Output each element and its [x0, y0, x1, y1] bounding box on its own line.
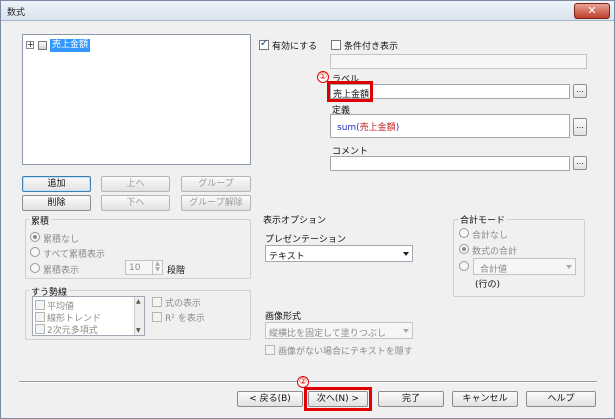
- show-r2-label: R² を表示: [165, 314, 205, 324]
- total-none-radio[interactable]: [459, 228, 469, 238]
- total-value-select[interactable]: 合計値: [473, 258, 576, 275]
- condition-input[interactable]: [330, 54, 587, 69]
- formula-dialog: 数式 ✕ + 売上金額 追加 上へ グループ 削除 下へ グループ解除 累積 累…: [0, 0, 615, 419]
- add-button[interactable]: 追加: [22, 176, 91, 192]
- cancel-button[interactable]: キャンセル: [452, 391, 518, 407]
- conditional-checkbox[interactable]: [331, 40, 341, 50]
- list-scrollbar[interactable]: ▲ ▼: [134, 297, 144, 335]
- down-button[interactable]: 下へ: [101, 195, 170, 211]
- group-button[interactable]: グループ: [181, 176, 251, 192]
- total-suffix-label: (行の): [475, 280, 501, 290]
- back-button[interactable]: < 戻る(B): [237, 391, 303, 407]
- presentation-value: テキスト: [269, 252, 305, 262]
- definition-ellipsis-button[interactable]: ...: [573, 118, 587, 136]
- presentation-caption: プレゼンテーション: [265, 235, 346, 245]
- total-none-label: 合計なし: [472, 231, 509, 241]
- trendline-list[interactable]: 平均値 線形トレンド 2次元多項式 ▲ ▼: [32, 296, 145, 336]
- total-formula-radio[interactable]: [459, 244, 469, 254]
- tree-item[interactable]: + 売上金額: [26, 39, 106, 52]
- dialog-title: 数式: [7, 8, 26, 18]
- image-format-dropdown-icon[interactable]: [403, 329, 409, 333]
- trend-average-checkbox[interactable]: [35, 300, 45, 310]
- help-button[interactable]: ヘルプ: [526, 391, 596, 407]
- step-one-marker: ①: [317, 71, 329, 83]
- step-two-marker: ②: [297, 376, 309, 388]
- label-ellipsis-button[interactable]: ...: [573, 84, 587, 98]
- total-value-dropdown-icon[interactable]: [566, 265, 572, 269]
- display-options-title: 表示オプション: [263, 216, 327, 226]
- show-r2-checkbox[interactable]: [152, 312, 162, 322]
- trend-poly-label: 2次元多項式: [47, 326, 98, 336]
- accumulate-all-label: すべて累積表示: [43, 250, 106, 260]
- tree-item-label: 売上金額: [50, 39, 91, 52]
- image-format-caption: 画像形式: [265, 312, 302, 322]
- scroll-up-icon[interactable]: ▲: [136, 298, 141, 305]
- enable-label: 有効にする: [272, 42, 318, 52]
- comment-input[interactable]: [330, 156, 570, 171]
- presentation-select[interactable]: テキスト: [265, 245, 413, 262]
- accumulate-steps-label: 累積表示: [43, 266, 80, 276]
- accumulate-steps-unit: 段階: [167, 266, 186, 276]
- presentation-dropdown-icon[interactable]: [403, 252, 409, 256]
- accumulate-none-radio[interactable]: [30, 232, 40, 242]
- title-bar: 数式 ✕: [1, 1, 614, 21]
- stepper-icon[interactable]: ▲ ▼: [152, 261, 162, 274]
- expression-tree[interactable]: + 売上金額: [22, 34, 251, 165]
- definition-arg: 売上金額: [359, 123, 396, 133]
- up-button[interactable]: 上へ: [101, 176, 170, 192]
- delete-button[interactable]: 削除: [22, 195, 91, 211]
- accumulate-steps-radio[interactable]: [30, 263, 40, 273]
- show-formula-checkbox[interactable]: [152, 297, 162, 307]
- total-value-radio[interactable]: [459, 261, 469, 271]
- definition-func: sum(: [337, 123, 360, 133]
- accumulate-none-label: 累積なし: [43, 235, 80, 245]
- total-value-text: 合計値: [480, 265, 508, 275]
- image-format-value: 縦横比を固定して塗りつぶし: [269, 329, 386, 339]
- formula-icon: [38, 41, 47, 50]
- finish-button[interactable]: 完了: [378, 391, 444, 407]
- expand-icon[interactable]: +: [26, 41, 34, 49]
- scroll-down-icon[interactable]: ▼: [136, 327, 141, 334]
- accumulate-all-radio[interactable]: [30, 247, 40, 257]
- total-formula-label: 数式の合計: [472, 247, 518, 257]
- trend-linear-checkbox[interactable]: [35, 312, 45, 322]
- definition-text: sum(売上金額): [337, 120, 399, 133]
- next-highlight: [304, 387, 372, 411]
- ungroup-button[interactable]: グループ解除: [181, 195, 251, 211]
- total-mode-title: 合計モード: [458, 213, 508, 226]
- accumulate-steps-input[interactable]: 10 ▲ ▼: [125, 260, 163, 275]
- enable-checkbox[interactable]: [259, 38, 269, 50]
- label-highlight: [327, 81, 373, 102]
- image-format-select[interactable]: 縦横比を固定して塗りつぶし: [265, 322, 413, 339]
- trend-poly-checkbox[interactable]: [35, 324, 45, 334]
- definition-input[interactable]: sum(売上金額): [330, 114, 570, 138]
- accumulate-title: 累積: [29, 214, 52, 227]
- comment-ellipsis-button[interactable]: ...: [573, 156, 587, 170]
- hide-text-label: 画像がない場合にテキストを隠す: [278, 347, 413, 357]
- close-button[interactable]: ✕: [574, 3, 610, 19]
- accumulate-steps-value: 10: [129, 263, 141, 273]
- conditional-label: 条件付き表示: [344, 42, 399, 52]
- show-formula-label: 式の表示: [165, 299, 202, 309]
- definition-close: ): [395, 123, 400, 133]
- hide-text-checkbox[interactable]: [265, 345, 275, 355]
